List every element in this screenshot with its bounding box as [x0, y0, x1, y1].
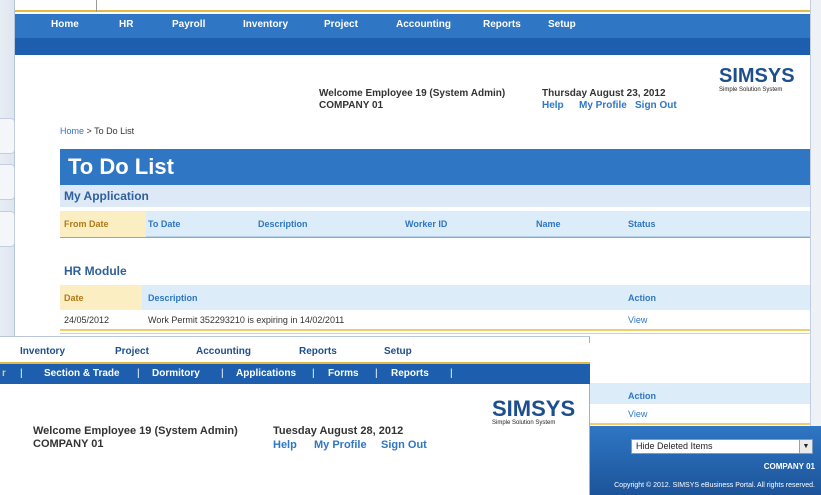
sign-out-link[interactable]: Sign Out [635, 100, 677, 111]
sign-out-link[interactable]: Sign Out [381, 439, 427, 451]
side-tab[interactable] [0, 118, 15, 154]
row-description: Work Permit 352293210 is expiring in 14/… [148, 315, 345, 325]
table-row: 24/05/2012 Work Permit 352293210 is expi… [60, 310, 810, 331]
company-name: COMPANY 01 [319, 100, 384, 111]
col-to-date[interactable]: To Date [148, 219, 180, 229]
footer-company: COMPANY 01 [763, 462, 815, 471]
welcome-block: Welcome Employee 19 (System Admin) COMPA… [33, 425, 238, 451]
hr-module-title: HR Module [64, 264, 127, 278]
col-from-date[interactable]: From Date [64, 219, 109, 229]
subnav-dormitory[interactable]: Dormitory [152, 368, 200, 379]
nav-reports[interactable]: Reports [483, 19, 521, 30]
my-application-header: From Date To Date Description Worker ID … [60, 211, 810, 237]
simsys-logo[interactable]: SIMSYS Simple Solution System [719, 66, 795, 93]
nav-setup[interactable]: Setup [548, 19, 576, 30]
company-name: COMPANY 01 [33, 438, 104, 450]
main-nav: Inventory Project Accounting Reports Set… [0, 343, 590, 364]
col-status[interactable]: Status [628, 219, 656, 229]
hide-deleted-select[interactable]: Hide Deleted Items ▼ [631, 439, 813, 454]
nav-inventory[interactable]: Inventory [20, 346, 65, 357]
page-title-banner: To Do List [60, 149, 810, 185]
nav-payroll[interactable]: Payroll [172, 19, 205, 30]
col-action[interactable]: Action [628, 391, 656, 401]
subnav-partial-item[interactable]: r [2, 368, 6, 379]
chevron-down-icon[interactable]: ▼ [799, 440, 812, 453]
col-name[interactable]: Name [536, 219, 561, 229]
sub-nav [15, 38, 810, 55]
sub-nav: r | Section & Trade | Dormitory | Applic… [0, 364, 590, 384]
breadcrumb-home[interactable]: Home [60, 126, 84, 136]
current-date: Thursday August 23, 2012 [542, 88, 666, 99]
nav-accounting[interactable]: Accounting [396, 19, 451, 30]
row-date: 24/05/2012 [64, 315, 110, 325]
col-action[interactable]: Action [628, 293, 656, 303]
page-title: To Do List [68, 154, 174, 179]
subnav-section-trade[interactable]: Section & Trade [44, 368, 120, 379]
help-link[interactable]: Help [542, 100, 564, 111]
col-description[interactable]: Description [148, 293, 198, 303]
footer-copyright: Copyright © 2012. SIMSYS eBusiness Porta… [614, 482, 815, 489]
nav-accounting[interactable]: Accounting [196, 346, 251, 357]
welcome-text: Welcome Employee 19 (System Admin) [33, 425, 238, 437]
breadcrumb: Home > To Do List [60, 126, 134, 136]
simsys-logo[interactable]: SIMSYS Simple Solution System [492, 396, 576, 427]
top-line [15, 0, 810, 12]
hr-module-header: Date Description Action [60, 285, 810, 311]
breadcrumb-current: To Do List [94, 126, 135, 136]
subnav-applications[interactable]: Applications [236, 368, 296, 379]
subnav-reports[interactable]: Reports [391, 368, 429, 379]
welcome-block: Welcome Employee 19 (System Admin) COMPA… [319, 88, 505, 112]
logo-mark: SIMSYS [492, 396, 576, 421]
subnav-forms[interactable]: Forms [328, 368, 359, 379]
my-application-title: My Application [64, 189, 149, 203]
logo-tagline: Simple Solution System [719, 87, 783, 93]
my-profile-link[interactable]: My Profile [579, 100, 627, 111]
scrollbar[interactable] [810, 0, 821, 495]
my-profile-link[interactable]: My Profile [314, 439, 367, 451]
help-link[interactable]: Help [273, 439, 297, 451]
select-value: Hide Deleted Items [636, 441, 713, 451]
desktop: Home HR Payroll Inventory Project Accoun… [0, 0, 821, 495]
nav-project[interactable]: Project [324, 19, 358, 30]
view-link[interactable]: View [628, 409, 647, 419]
nav-project[interactable]: Project [115, 346, 149, 357]
nav-setup[interactable]: Setup [384, 346, 412, 357]
breadcrumb-separator: > [86, 126, 92, 136]
front-browser-window: Inventory Project Accounting Reports Set… [0, 336, 590, 495]
my-application-bar [60, 185, 810, 207]
side-tab[interactable] [0, 211, 15, 247]
nav-home[interactable]: Home [51, 19, 79, 30]
footer-bar: Hide Deleted Items ▼ COMPANY 01 Copyrigh… [590, 426, 821, 495]
welcome-text: Welcome Employee 19 (System Admin) [319, 88, 506, 99]
logo-mark: SIMSYS [719, 65, 795, 87]
current-date: Tuesday August 28, 2012 [273, 425, 404, 437]
view-link[interactable]: View [628, 315, 647, 325]
col-date[interactable]: Date [64, 293, 84, 303]
side-tab[interactable] [0, 164, 15, 200]
nav-reports[interactable]: Reports [299, 346, 337, 357]
nav-hr[interactable]: HR [119, 19, 133, 30]
nav-inventory[interactable]: Inventory [243, 19, 288, 30]
col-worker-id[interactable]: Worker ID [405, 219, 447, 229]
col-description[interactable]: Description [258, 219, 308, 229]
main-nav: Home HR Payroll Inventory Project Accoun… [15, 14, 810, 38]
